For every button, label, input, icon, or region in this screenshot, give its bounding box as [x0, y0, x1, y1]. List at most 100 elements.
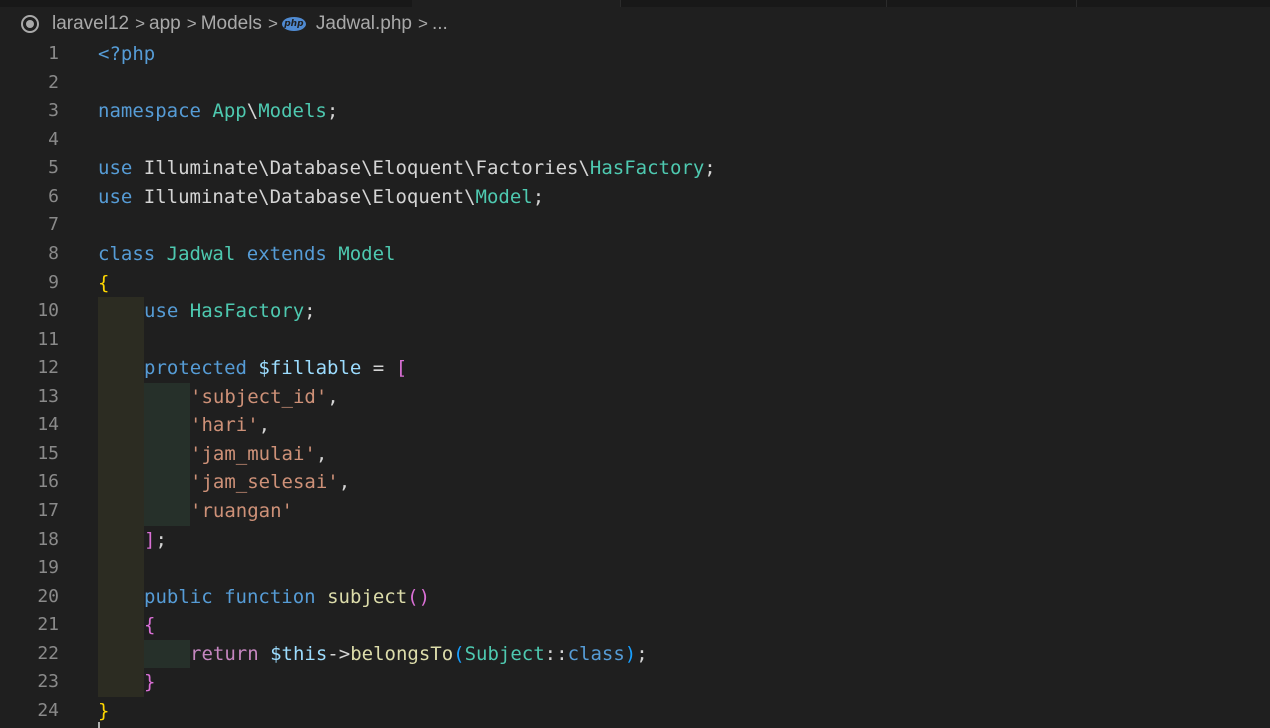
indent-guide: [98, 611, 144, 640]
code-token-punc: ,: [315, 442, 328, 465]
code-line[interactable]: 1 <?php: [0, 40, 1270, 69]
line-number: 24: [37, 699, 59, 721]
code-token-kw: extends: [246, 242, 327, 265]
code-line[interactable]: 18];: [0, 525, 1270, 555]
code-token-punc: [132, 157, 143, 179]
code-line[interactable]: 24}: [0, 697, 1270, 726]
code-line[interactable]: 3 namespace App\Models;: [0, 97, 1270, 126]
breadcrumb-item-file[interactable]: Jadwal.php: [316, 13, 412, 35]
code-line[interactable]: 20 public function subject(): [0, 582, 1270, 612]
tab-edge[interactable]: [0, 0, 413, 7]
code-area[interactable]: 1 <?php 2 3 namespace App\Models; 4 5 use Illum…: [0, 40, 1270, 726]
breadcrumb: laravel12 > app > Models > php Jadwal.ph…: [20, 11, 448, 37]
breadcrumb-separator: >: [135, 14, 146, 33]
code-token-b2: [: [395, 357, 408, 380]
breadcrumb-item-laravel12[interactable]: laravel12: [52, 13, 129, 35]
code-line[interactable]: 16 'jam_selesai',: [0, 468, 1270, 497]
code-token-b2: {: [144, 614, 156, 637]
code-line[interactable]: 9{: [0, 269, 1270, 298]
code-token-punc: [178, 300, 189, 322]
code-token-punc: ;: [326, 100, 339, 123]
breadcrumb-separator: >: [186, 14, 197, 33]
indent-guide: [98, 411, 144, 440]
code-token-punc: ,: [258, 414, 271, 437]
code-token-punc: [132, 186, 143, 208]
code-token-punc: [247, 357, 258, 379]
code-line-content: 'hari',: [190, 411, 270, 440]
code-token-str: 'ruangan': [190, 500, 293, 522]
code-line[interactable]: 5 use Illuminate\Database\Eloquent\Factor…: [0, 154, 1270, 183]
line-number: 1: [48, 43, 59, 64]
code-token-type: Model: [338, 242, 396, 265]
code-token-punc: ;: [704, 157, 716, 180]
code-token-b2: }: [144, 671, 156, 694]
indent-guide: [98, 382, 144, 412]
indent-guide: [98, 497, 144, 526]
tab-edge[interactable]: [886, 0, 1077, 7]
code-token-fn: subject: [327, 585, 408, 608]
code-line[interactable]: 13 'subject_id',: [0, 382, 1270, 412]
indent-guide: [144, 639, 190, 669]
tab-edge-active[interactable]: [412, 0, 621, 7]
code-line-content: 'jam_mulai',: [190, 440, 327, 469]
indent-guide: [144, 411, 190, 440]
indent-guide: [98, 439, 144, 469]
line-number: 4: [48, 128, 59, 150]
breadcrumb-item-app[interactable]: app: [149, 13, 181, 35]
code-token-b3: ): [624, 642, 637, 665]
line-number: 17: [37, 500, 59, 521]
tab-edge[interactable]: [620, 0, 887, 7]
code-token-ns: Illuminate\Database\Eloquent\: [143, 185, 476, 208]
code-token-type: Jadwal: [166, 242, 236, 265]
code-token-punc: [327, 243, 338, 265]
code-line[interactable]: 11: [0, 325, 1270, 355]
code-line[interactable]: 7: [0, 211, 1270, 240]
circle-dot-icon: [21, 15, 39, 33]
code-token-punc: ->: [327, 642, 351, 665]
indent-guide: [98, 354, 144, 383]
line-number: 16: [37, 471, 59, 493]
code-line[interactable]: 21 {: [0, 611, 1270, 640]
code-token-punc: ;: [636, 642, 648, 665]
code-line[interactable]: 12 protected $fillable = [: [0, 354, 1270, 383]
line-number: 22: [37, 642, 59, 664]
breadcrumb-item-symbols[interactable]: ...: [432, 13, 448, 35]
code-line[interactable]: 23}: [0, 668, 1270, 697]
code-token-b2: ]: [144, 528, 156, 551]
code-line[interactable]: 22 return $this->belongsTo(Subject::class…: [0, 639, 1270, 669]
code-line[interactable]: 15 'jam_mulai',: [0, 439, 1270, 469]
indent-guide: [98, 297, 144, 326]
indent-guide: [144, 497, 190, 526]
code-line-content: 'ruangan': [190, 497, 293, 526]
code-line[interactable]: 2: [0, 69, 1270, 98]
breadcrumb-item-models[interactable]: Models: [201, 13, 262, 35]
line-number: 3: [48, 100, 59, 122]
code-line[interactable]: 14 'hari',: [0, 411, 1270, 440]
code-line[interactable]: 6 use Illuminate\Database\Eloquent\Model;: [0, 183, 1270, 212]
code-line[interactable]: 4: [0, 126, 1270, 155]
line-number: 20: [37, 585, 59, 607]
line-number: 5: [48, 157, 59, 179]
code-token-punc: [316, 586, 327, 608]
code-token-punc: ;: [155, 528, 167, 551]
code-line-content: }: [144, 668, 155, 697]
code-token-punc: ;: [304, 300, 316, 323]
code-line[interactable]: 10 use HasFactory;: [0, 297, 1270, 326]
code-token-type: HasFactory: [189, 300, 305, 323]
line-number: 13: [37, 385, 59, 407]
code-line[interactable]: 19: [0, 554, 1270, 583]
code-line[interactable]: 17 'ruangan': [0, 497, 1270, 526]
code-editor[interactable]: laravel12 > app > Models > php Jadwal.ph…: [0, 0, 1270, 728]
code-token-punc: ,: [327, 385, 339, 408]
code-token-ns: Illuminate\Database\Eloquent\Factories\: [143, 157, 590, 180]
code-token-punc: [201, 100, 212, 122]
indent-guide: [98, 582, 144, 612]
code-line-content: namespace App\Models;: [98, 97, 338, 126]
line-number: 14: [37, 414, 59, 436]
indent-guide: [98, 325, 144, 355]
indent-guide: [98, 554, 144, 583]
code-line[interactable]: 8 class Jadwal extends Model: [0, 240, 1270, 269]
code-token-type: Models: [258, 100, 327, 123]
code-token-b1: }: [98, 699, 110, 722]
indent-guide: [98, 525, 144, 555]
